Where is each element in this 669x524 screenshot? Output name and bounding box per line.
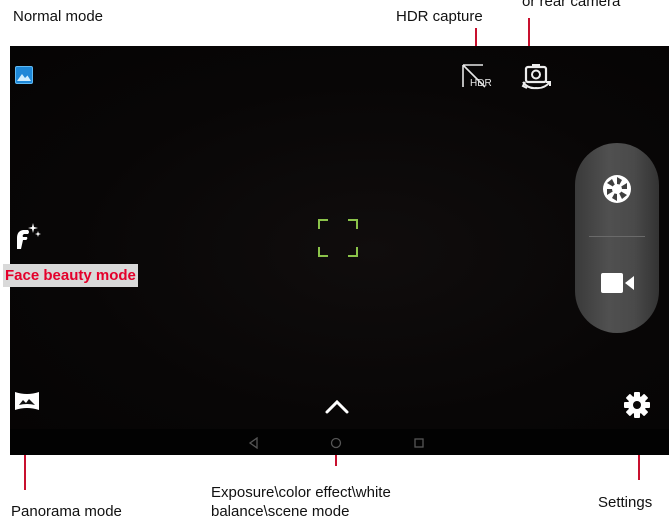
video-record-button[interactable]: [575, 248, 659, 318]
face-beauty-icon[interactable]: [12, 221, 42, 251]
chevron-up-icon[interactable]: [324, 398, 350, 416]
callout-panorama-mode: Panorama mode: [11, 503, 122, 520]
callout-face-beauty-mode: Face beauty mode: [3, 264, 138, 287]
callout-hdr-capture: HDR capture: [396, 8, 483, 25]
callout-exposure-line2: balance\scene mode: [211, 503, 350, 520]
callout-settings: Settings: [598, 494, 653, 511]
callout-rear-camera: or rear camera: [522, 0, 621, 10]
hdr-off-icon[interactable]: HDR: [461, 63, 493, 89]
focus-frame-icon: [318, 219, 358, 257]
nav-back-icon[interactable]: [248, 436, 260, 450]
callout-normal-mode: Normal mode: [13, 8, 104, 25]
switch-camera-icon[interactable]: [520, 62, 554, 92]
gallery-icon[interactable]: [15, 66, 33, 84]
capture-divider: [589, 236, 645, 237]
nav-home-icon[interactable]: [330, 436, 342, 449]
callout-exposure-line1: Exposure\color effect\white: [211, 484, 391, 501]
video-record-icon: [601, 272, 635, 294]
camera-viewfinder: HDR: [10, 46, 669, 455]
capture-controls-panel: [575, 143, 659, 333]
navigation-bar: [10, 429, 669, 455]
panorama-icon[interactable]: [14, 390, 40, 412]
shutter-button[interactable]: [575, 153, 659, 223]
shutter-icon: [602, 174, 632, 204]
settings-gear-icon[interactable]: [623, 391, 651, 419]
svg-text:HDR: HDR: [470, 78, 492, 89]
nav-recents-icon[interactable]: [413, 436, 425, 448]
